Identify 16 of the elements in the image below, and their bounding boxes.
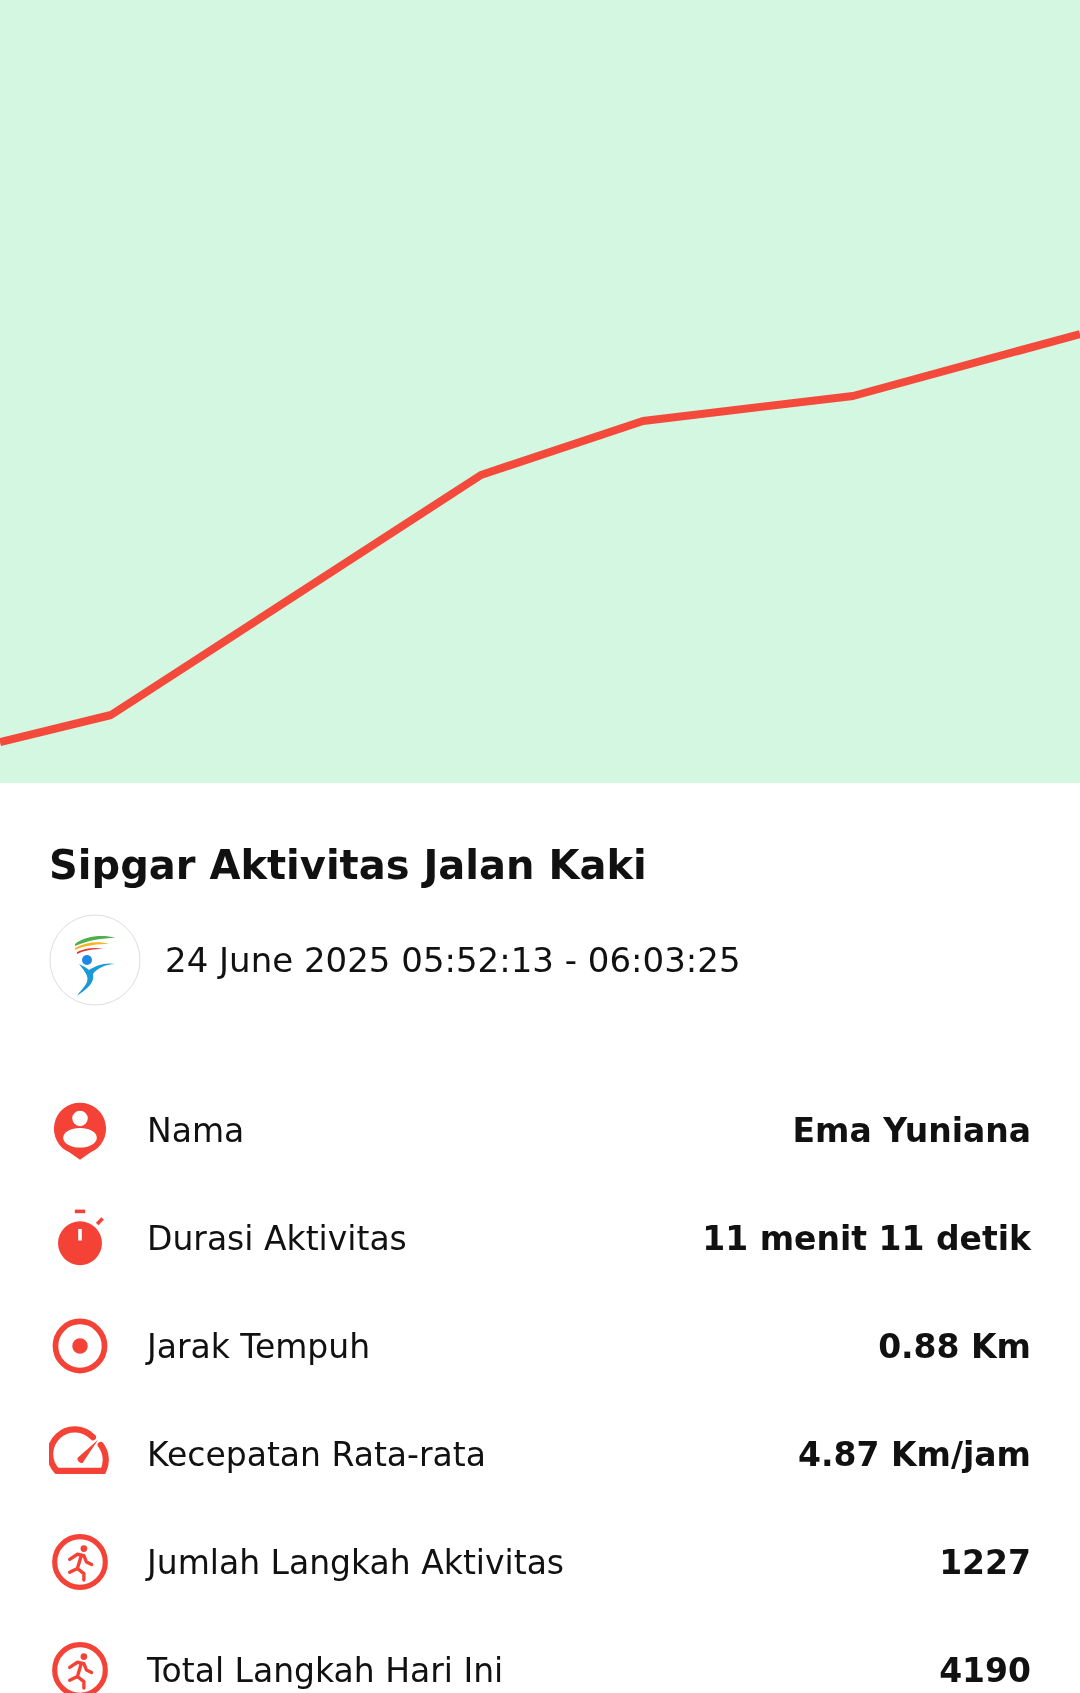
- stat-label: Jumlah Langkah Aktivitas: [147, 1542, 566, 1582]
- stat-value: 1227: [939, 1542, 1031, 1582]
- stat-label: Jarak Tempuh: [147, 1326, 372, 1366]
- activity-title: Sipgar Aktivitas Jalan Kaki: [49, 842, 648, 888]
- stat-value: Ema Yuniana: [792, 1110, 1031, 1150]
- stat-label: Kecepatan Rata-rata: [147, 1434, 487, 1474]
- stat-value: 4190: [939, 1650, 1031, 1690]
- walking-person-icon: [49, 1531, 111, 1593]
- stat-label: Durasi Aktivitas: [147, 1218, 408, 1258]
- session-time: 24 June 2025 05:52:13 - 06:03:25: [165, 940, 741, 980]
- stat-label: Nama: [147, 1110, 246, 1150]
- stat-value: 0.88 Km: [878, 1326, 1031, 1366]
- stat-value: 11 menit 11 detik: [702, 1218, 1031, 1258]
- stat-label: Total Langkah Hari Ini: [147, 1650, 505, 1690]
- walking-person-icon: [49, 1639, 111, 1693]
- stat-value: 4.87 Km/jam: [798, 1434, 1031, 1474]
